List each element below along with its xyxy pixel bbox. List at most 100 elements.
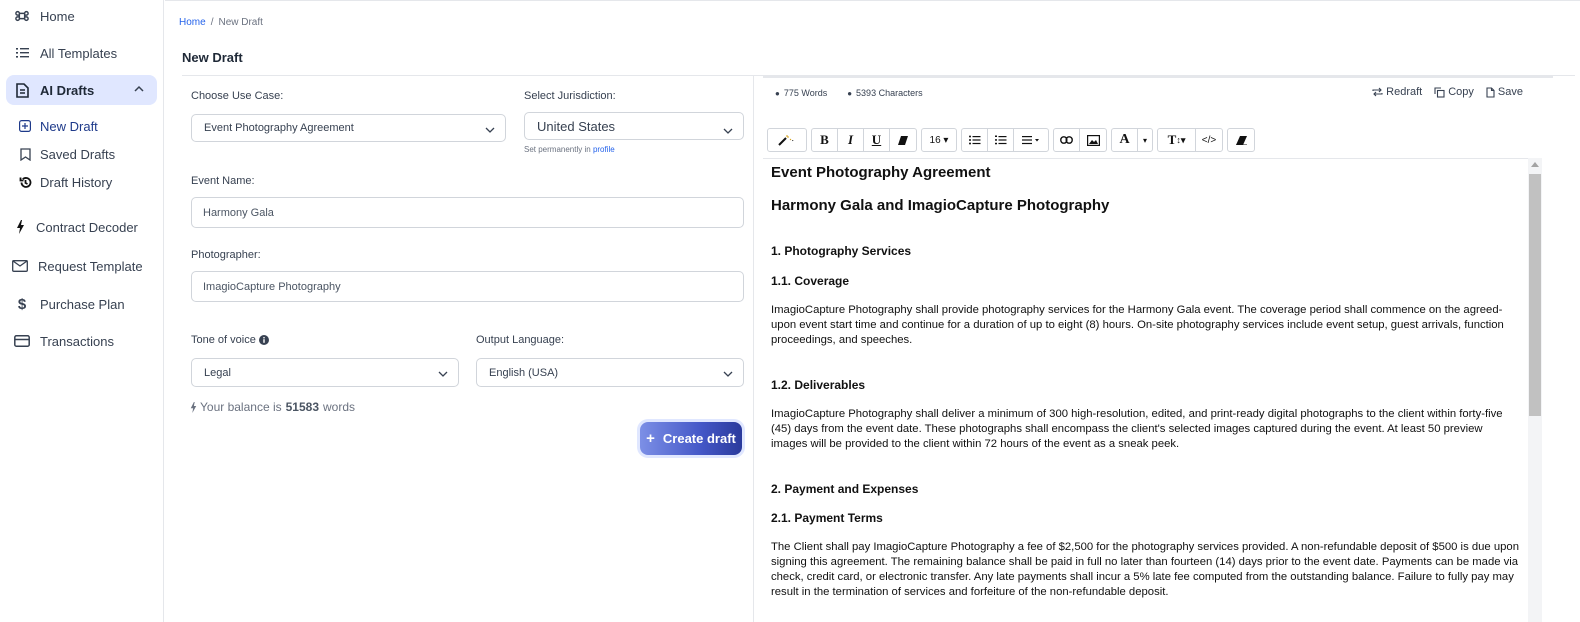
font-color-dropdown[interactable]: ▾ — [1138, 129, 1152, 151]
subsection-heading: 1.1. Coverage — [771, 274, 850, 288]
main-content: Home / New Draft New Draft Choose Use Case… — [165, 0, 1580, 622]
editor-panel: 775 Words 5393 Characters Redraft Copy S… — [763, 76, 1553, 622]
chevron-up-icon[interactable] — [133, 83, 145, 95]
sidebar-item-label: Transactions — [40, 333, 114, 349]
photographer-input[interactable]: ImagioCapture Photography — [191, 271, 744, 302]
image-icon — [1086, 134, 1100, 146]
plus-square-icon — [18, 119, 32, 133]
redraft-icon — [1372, 87, 1383, 97]
use-case-value: Event Photography Agreement — [204, 122, 354, 134]
profile-link[interactable]: profile — [593, 145, 615, 154]
font-size-value: 16 — [929, 134, 941, 146]
subsection-heading: 2.1. Payment Terms — [771, 511, 883, 525]
document-stats: 775 Words 5393 Characters — [775, 88, 923, 98]
save-button[interactable]: Save — [1486, 86, 1523, 98]
sidebar-item-ai-drafts[interactable]: AI Drafts — [6, 75, 157, 105]
balance-prefix: Your balance is — [200, 400, 282, 414]
scroll-up-arrow-icon[interactable] — [1531, 162, 1539, 167]
chevron-down-icon — [723, 369, 733, 377]
italic-button[interactable]: I — [838, 129, 864, 151]
sidebar-subitem-new-draft[interactable]: New Draft — [18, 115, 98, 137]
sidebar-item-request-template[interactable]: Request Template — [6, 251, 157, 281]
copy-label: Copy — [1448, 86, 1474, 98]
bullet-list-button[interactable] — [962, 129, 988, 151]
credit-card-icon — [14, 333, 30, 349]
language-select[interactable]: English (USA) — [476, 358, 744, 387]
sidebar-item-transactions[interactable]: Transactions — [6, 326, 157, 356]
sidebar-item-all-templates[interactable]: All Templates — [6, 38, 157, 68]
section-heading: 1. Photography Services — [771, 244, 912, 258]
document-subtitle: Harmony Gala and ImagioCapture Photograp… — [771, 197, 1110, 214]
copy-icon — [1434, 86, 1445, 98]
chevron-down-icon — [485, 125, 495, 133]
tone-select[interactable]: Legal — [191, 358, 459, 387]
toolbar-group-style — [767, 128, 807, 152]
toolbar-group-color: A ▾ — [1111, 128, 1153, 152]
eraser-icon — [898, 135, 908, 145]
sidebar-subitem-label: New Draft — [40, 118, 98, 134]
scrollbar-thumb[interactable] — [1529, 174, 1541, 416]
envelope-icon — [12, 258, 28, 274]
sidebar-item-label: Purchase Plan — [40, 296, 125, 312]
toolbar-group-list — [961, 128, 1049, 152]
text-height-button[interactable]: T ↕▾ — [1158, 129, 1196, 151]
numbered-list-icon — [994, 135, 1006, 145]
jurisdiction-select[interactable]: United States — [524, 112, 744, 140]
tone-label: Tone of voice — [191, 334, 269, 346]
redraft-button[interactable]: Redraft — [1372, 86, 1422, 98]
image-button[interactable] — [1080, 129, 1106, 151]
link-button[interactable] — [1054, 129, 1080, 151]
sidebar-item-contract-decoder[interactable]: Contract Decoder — [6, 212, 157, 242]
language-label: Output Language: — [476, 334, 565, 346]
breadcrumb: Home / New Draft — [179, 17, 263, 28]
create-draft-button[interactable]: + Create draft — [640, 422, 742, 455]
copy-button[interactable]: Copy — [1434, 86, 1474, 98]
use-case-label: Choose Use Case: — [191, 90, 284, 102]
photographer-value: ImagioCapture Photography — [203, 280, 341, 293]
divider — [763, 158, 1539, 159]
numbered-list-button[interactable] — [988, 129, 1014, 151]
use-case-select[interactable]: Event Photography Agreement — [191, 114, 506, 142]
history-icon — [18, 175, 32, 189]
code-view-button[interactable]: </> — [1196, 129, 1222, 151]
underline-button[interactable]: U — [864, 129, 890, 151]
jurisdiction-value: United States — [537, 118, 616, 134]
bullet-list-icon — [968, 135, 980, 145]
event-name-input[interactable]: Harmony Gala — [191, 197, 744, 228]
redraft-label: Redraft — [1386, 86, 1423, 98]
toolbar-group-insert — [1053, 128, 1107, 152]
column-divider — [753, 76, 754, 622]
sidebar-item-purchase-plan[interactable]: $ Purchase Plan — [6, 289, 157, 319]
editor-scrollbar[interactable] — [1528, 158, 1542, 622]
clear-format-button[interactable] — [1228, 129, 1254, 151]
tone-label-text: Tone of voice — [191, 334, 256, 346]
section-heading: 2. Payment and Expenses — [771, 482, 919, 496]
breadcrumb-home-link[interactable]: Home — [179, 17, 206, 28]
sidebar-item-home[interactable]: Home — [6, 1, 157, 31]
align-icon — [1022, 136, 1039, 145]
font-size-select[interactable]: 16 ▾ — [922, 129, 956, 151]
sidebar-subitem-draft-history[interactable]: Draft History — [18, 171, 112, 193]
breadcrumb-current: New Draft — [218, 17, 263, 28]
toolbar-group-size: 16 ▾ — [921, 128, 957, 152]
hint-text: Set permanently in — [524, 145, 591, 154]
magic-wand-button[interactable] — [768, 129, 806, 151]
app: Home All Templates AI Drafts New Draft S… — [0, 0, 1580, 622]
font-color-button[interactable]: A — [1112, 129, 1138, 151]
subsection-heading: 1.2. Deliverables — [771, 378, 866, 392]
editor-toolbar: B I U 16 ▾ A ▾ T ↕▾ </> — [767, 128, 1255, 152]
chevron-down-icon — [438, 369, 448, 377]
breadcrumb-separator: / — [210, 17, 214, 28]
event-name-value: Harmony Gala — [203, 206, 274, 219]
paragraph: The Client shall pay ImagioCapture Photo… — [771, 541, 1519, 598]
file-icon — [1486, 86, 1495, 98]
bold-button[interactable]: B — [812, 129, 838, 151]
event-name-label: Event Name: — [191, 175, 255, 187]
document-title: Event Photography Agreement — [771, 164, 991, 181]
eraser-button[interactable] — [890, 129, 916, 151]
info-icon[interactable] — [258, 335, 269, 345]
paragraph: ImagioCapture Photography shall provide … — [771, 304, 1504, 346]
sidebar-subitem-saved-drafts[interactable]: Saved Drafts — [18, 143, 115, 165]
lightning-icon — [190, 401, 197, 413]
align-button[interactable] — [1014, 129, 1048, 151]
